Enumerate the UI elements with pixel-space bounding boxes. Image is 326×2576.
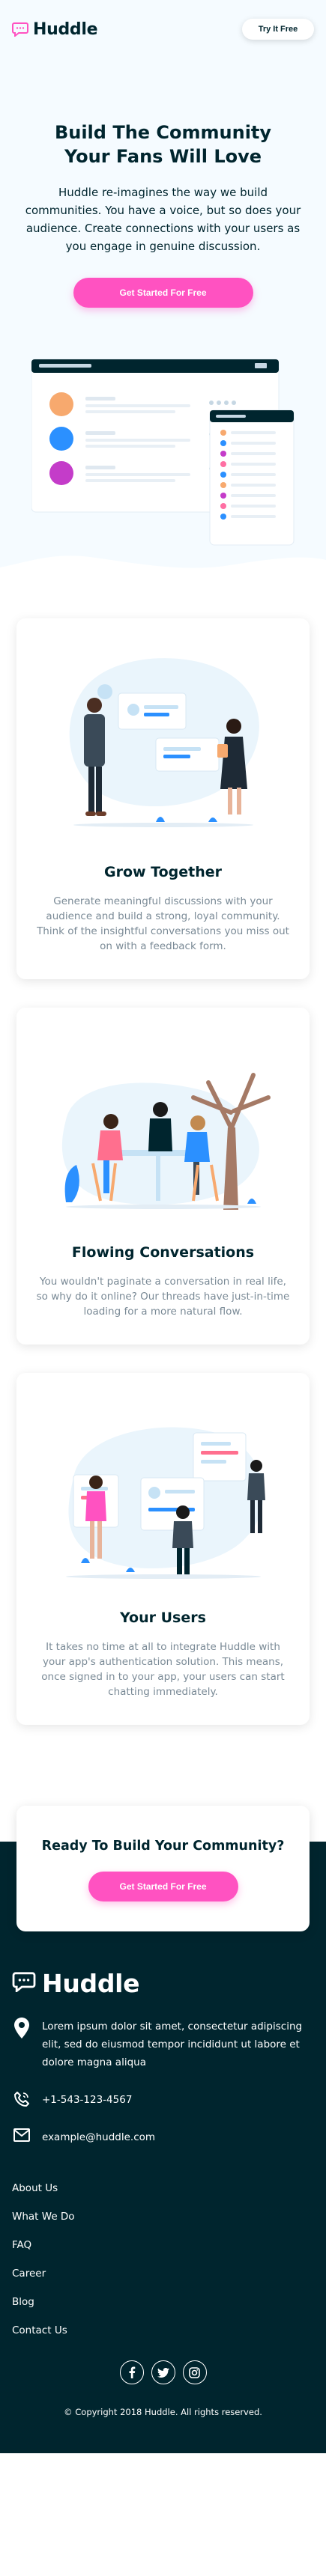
- feature-title: Grow Together: [103, 864, 223, 880]
- phone-text[interactable]: +1-543-123-4567: [42, 2091, 132, 2109]
- location-pin-icon: [12, 2018, 31, 2038]
- phone-icon: [12, 2091, 31, 2107]
- get-started-button[interactable]: Get Started For Free: [88, 1872, 238, 1901]
- get-started-button[interactable]: Get Started For Free: [73, 278, 253, 308]
- logo[interactable]: Huddle: [12, 19, 98, 39]
- email-icon: [12, 2128, 31, 2142]
- footer-logo[interactable]: Huddle: [12, 1969, 314, 1998]
- footer-logo-text: Huddle: [42, 1969, 140, 1998]
- footer: Huddle Lorem ipsum dolor sit amet, conse…: [0, 1842, 326, 2453]
- email-text[interactable]: example@huddle.com: [42, 2128, 155, 2146]
- hero-title: Build The Community Your Fans Will Love: [54, 122, 272, 167]
- footer-links: About Us What We Do FAQ Career Blog Cont…: [12, 2182, 314, 2336]
- copyright-text: © Copyright 2018 Huddle. All rights rese…: [64, 2407, 262, 2417]
- instagram-icon[interactable]: [182, 2360, 207, 2384]
- facebook-icon[interactable]: [119, 2360, 144, 2384]
- ready-title: Ready To Build Your Community?: [41, 1839, 285, 1854]
- ready-section: Ready To Build Your Community? Get Start…: [0, 1753, 326, 1931]
- footer-link-about-us[interactable]: About Us: [12, 2182, 314, 2194]
- email-row: example@huddle.com: [12, 2128, 314, 2146]
- features-section: Grow Together Generate meaningful discus…: [0, 576, 326, 1725]
- flowing-conversations-illustration: [61, 1073, 271, 1210]
- phone-row: +1-543-123-4567: [12, 2091, 314, 2109]
- footer-link-what-we-do[interactable]: What We Do: [12, 2211, 314, 2223]
- feature-description: Generate meaningful discussions with you…: [37, 895, 289, 952]
- try-it-free-button[interactable]: Try It Free: [242, 19, 314, 40]
- feature-title: Your Users: [120, 1610, 206, 1626]
- footer-link-contact-us[interactable]: Contact Us: [12, 2324, 314, 2336]
- feature-card-flowing-conversations: Flowing Conversations You wouldn't pagin…: [16, 1008, 310, 1345]
- address-text: Lorem ipsum dolor sit amet, consectetur …: [42, 2021, 303, 2068]
- app-mockup-illustration: [31, 358, 295, 552]
- footer-link-blog[interactable]: Blog: [12, 2296, 314, 2308]
- ready-card: Ready To Build Your Community? Get Start…: [16, 1806, 310, 1931]
- hero-section: Huddle Try It Free Build The Community Y…: [0, 0, 326, 576]
- grow-together-illustration: [69, 658, 259, 827]
- hero-wave-divider: [0, 555, 326, 576]
- hero-description: Huddle re-imagines the way we build comm…: [25, 186, 301, 253]
- social-links: [12, 2360, 314, 2384]
- twitter-icon[interactable]: [151, 2360, 175, 2384]
- your-users-illustration: [65, 1427, 265, 1579]
- address-row: Lorem ipsum dolor sit amet, consectetur …: [12, 2018, 314, 2071]
- footer-link-career[interactable]: Career: [12, 2268, 314, 2280]
- top-nav: Huddle Try It Free: [0, 0, 326, 40]
- feature-card-grow-together: Grow Together Generate meaningful discus…: [16, 618, 310, 979]
- feature-card-your-users: Your Users It takes no time at all to in…: [16, 1373, 310, 1725]
- footer-link-faq[interactable]: FAQ: [12, 2239, 314, 2251]
- logo-text: Huddle: [33, 19, 98, 39]
- feature-description: It takes no time at all to integrate Hud…: [41, 1641, 285, 1698]
- feature-title: Flowing Conversations: [71, 1244, 255, 1261]
- chat-bubble-logo-icon: [12, 1971, 36, 1996]
- chat-bubble-logo-icon: [12, 22, 28, 37]
- feature-description: You wouldn't paginate a conversation in …: [36, 1276, 290, 1318]
